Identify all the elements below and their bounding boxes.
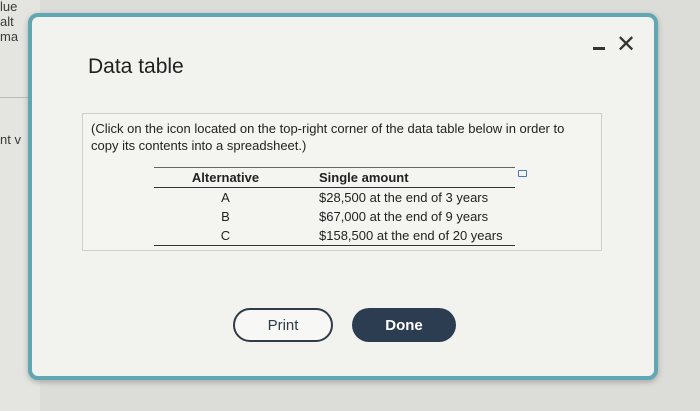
table-row: B $67,000 at the end of 9 years (154, 207, 515, 226)
background-text: lue (0, 0, 18, 14)
copy-to-spreadsheet-icon[interactable] (518, 170, 527, 177)
table-cell: $28,500 at the end of 3 years (319, 190, 489, 205)
table-cell: $67,000 at the end of 9 years (319, 209, 489, 224)
done-button[interactable]: Done (352, 308, 456, 342)
table-cell: B (221, 209, 230, 224)
table-cell: $158,500 at the end of 20 years (319, 228, 503, 243)
print-button[interactable]: Print (233, 308, 333, 342)
table-cell: C (220, 228, 231, 243)
column-header-alternative: Alternative (191, 170, 260, 185)
background-divider (0, 97, 30, 98)
table-row: C $158,500 at the end of 20 years (154, 226, 515, 245)
background-text: nt v (0, 132, 21, 147)
column-header-single-amount: Single amount (319, 170, 409, 185)
data-table-dialog: Data table ✕ (Click on the icon located … (28, 13, 658, 380)
minimize-icon[interactable] (593, 47, 605, 50)
instructions-text: (Click on the icon located on the top-ri… (91, 121, 565, 153)
dialog-title: Data table (88, 55, 184, 78)
background-text: ma (0, 29, 19, 44)
background-text: alt (0, 14, 14, 29)
close-icon[interactable]: ✕ (616, 33, 636, 57)
table-cell: A (221, 190, 230, 205)
table-row: A $28,500 at the end of 3 years (154, 188, 515, 207)
data-table-panel: (Click on the icon located on the top-ri… (82, 113, 602, 251)
table-header: Alternative Single amount (154, 168, 515, 188)
data-table: Alternative Single amount A $28,500 at t… (154, 167, 515, 246)
